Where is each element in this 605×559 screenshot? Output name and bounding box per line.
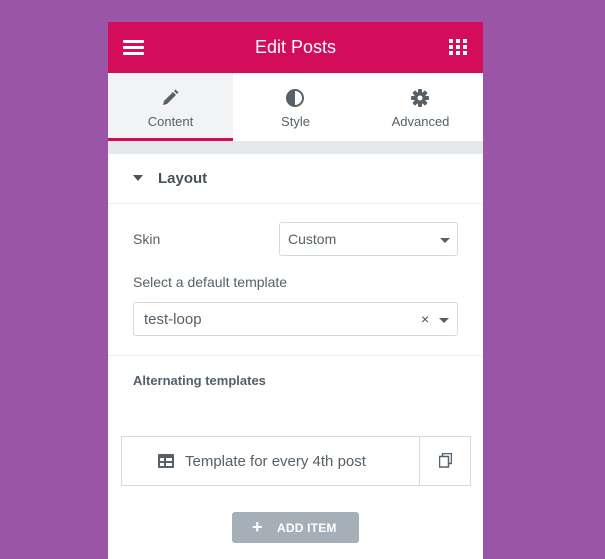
panel-header: Edit Posts xyxy=(108,22,483,73)
caret-down-icon xyxy=(133,175,143,181)
gear-icon xyxy=(411,89,429,107)
duplicate-button[interactable] xyxy=(419,437,471,485)
apps-grid-icon[interactable] xyxy=(449,39,467,56)
half-circle-icon xyxy=(286,89,304,107)
template-select-value: test-loop xyxy=(144,311,202,328)
repeater-item: Template for every 4th post xyxy=(121,436,471,486)
template-label: Select a default template xyxy=(133,274,288,290)
editor-panel: Edit Posts Content Style Advanced Layout… xyxy=(108,22,483,559)
plus-icon: + xyxy=(252,517,263,537)
tab-content[interactable]: Content xyxy=(108,73,233,141)
divider xyxy=(108,355,483,356)
repeater-item-title-bar[interactable]: Template for every 4th post xyxy=(122,437,419,485)
tabs-separator xyxy=(108,141,483,154)
chevron-down-icon[interactable] xyxy=(439,318,449,323)
skin-select[interactable]: Custom xyxy=(279,222,458,256)
tab-advanced-label: Advanced xyxy=(391,114,450,129)
skin-label: Skin xyxy=(133,231,161,247)
template-select[interactable]: test-loop × xyxy=(133,302,458,336)
tab-style-label: Style xyxy=(281,114,310,129)
section-title: Layout xyxy=(158,170,208,187)
section-layout-toggle[interactable]: Layout xyxy=(108,154,483,204)
panel-tabs: Content Style Advanced xyxy=(108,73,483,141)
tab-content-label: Content xyxy=(147,114,194,129)
copy-icon xyxy=(439,453,452,468)
tab-style[interactable]: Style xyxy=(233,73,358,141)
alternating-templates-heading: Alternating templates xyxy=(133,373,266,388)
tab-advanced[interactable]: Advanced xyxy=(358,73,483,141)
panel-title: Edit Posts xyxy=(254,37,337,57)
template-table-icon xyxy=(158,454,174,468)
repeater-item-title: Template for every 4th post xyxy=(185,453,366,470)
add-item-label: ADD ITEM xyxy=(277,521,337,535)
chevron-down-icon xyxy=(440,238,450,243)
pencil-icon xyxy=(163,89,179,105)
skin-select-value: Custom xyxy=(288,231,337,247)
controls-area: Layout Skin Custom Select a default temp… xyxy=(108,154,483,559)
clear-selection-icon[interactable]: × xyxy=(421,311,429,327)
add-item-button[interactable]: + ADD ITEM xyxy=(232,512,359,543)
